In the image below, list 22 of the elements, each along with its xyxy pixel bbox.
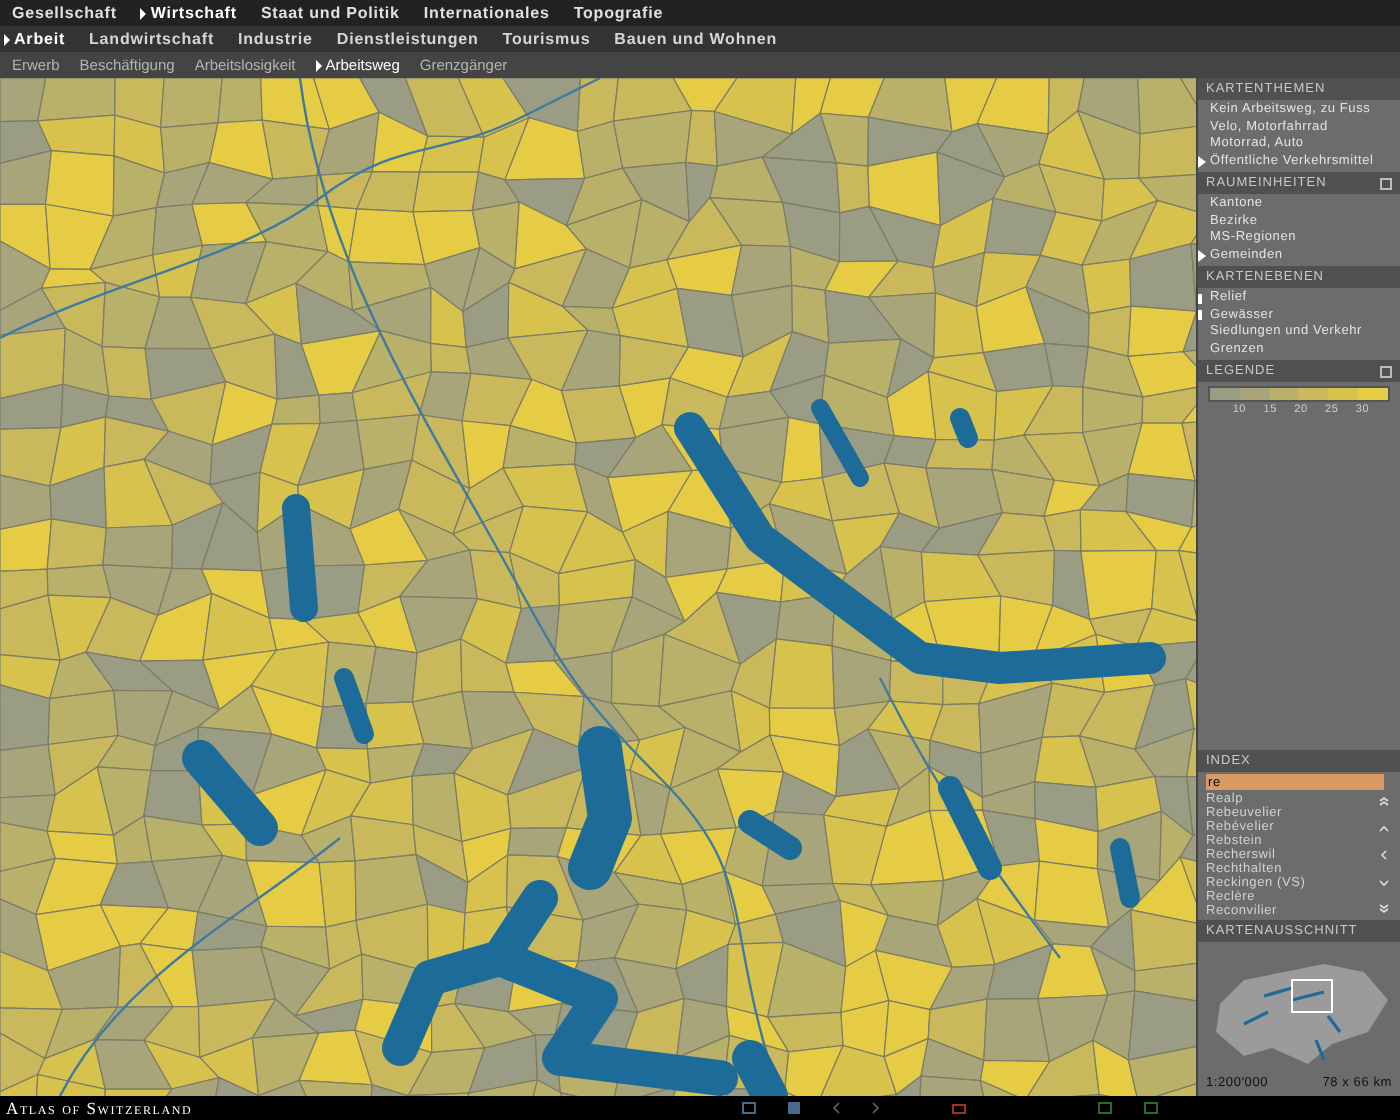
window-icon[interactable] [742,1102,756,1114]
scroll-up-icon[interactable] [1378,823,1390,834]
menu-item[interactable]: Industrie [238,27,313,51]
menu-item[interactable]: Topografie [573,1,664,25]
scroll-top-icon[interactable] [1378,796,1390,807]
map-drawing[interactable] [0,78,1196,1096]
menu-item[interactable]: Tourismus [502,27,591,51]
menu-item[interactable]: Landwirtschaft [89,27,215,51]
menu-item[interactable]: Gesellschaft [12,1,117,25]
menu-item[interactable]: Internationales [423,1,550,25]
panel-toggle-icon[interactable] [1380,365,1392,377]
menu-item[interactable]: Arbeit [4,27,66,51]
menu-item[interactable]: Bauen und Wohnen [614,27,778,51]
collapse-icon[interactable] [1378,850,1390,861]
frame-icon[interactable] [1098,1102,1112,1114]
menu-item[interactable]: Staat und Politik [260,1,400,25]
brand-logo: Atlas of Switzerland [6,1095,195,1120]
scroll-bottom-icon[interactable] [1378,904,1390,915]
panel-toggle-icon[interactable] [1380,177,1392,189]
menu-item[interactable]: Dienstleistungen [336,27,479,51]
scroll-down-icon[interactable] [1378,877,1390,888]
menu-item[interactable]: Wirtschaft [140,1,237,25]
